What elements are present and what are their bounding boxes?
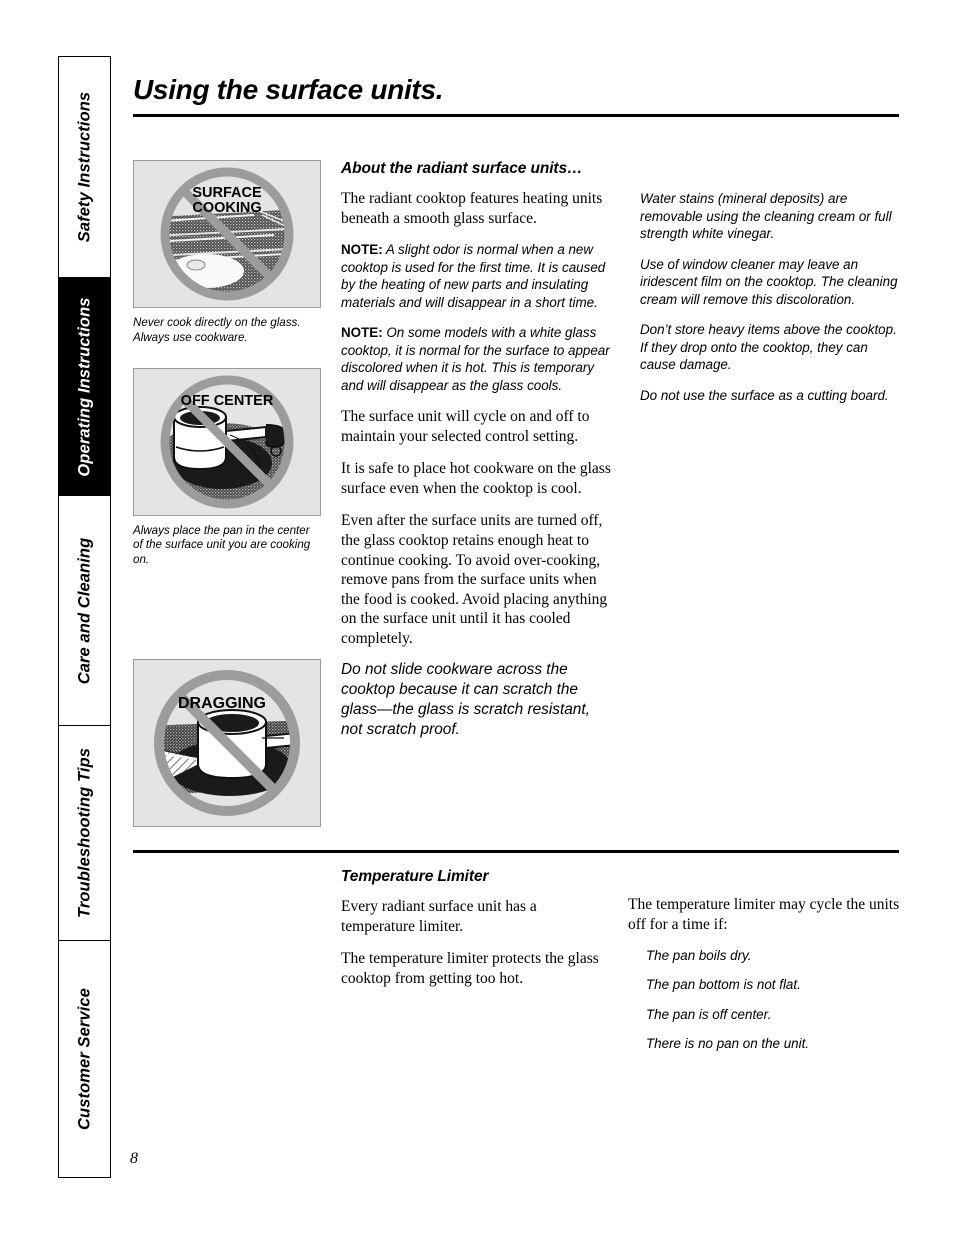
page-title: Using the surface units. bbox=[133, 74, 444, 105]
note-label: NOTE: bbox=[341, 325, 383, 341]
svg-text:SURFACE: SURFACE bbox=[192, 185, 262, 201]
paragraph: Don’t store heavy items above the cookto… bbox=[640, 322, 897, 373]
sidebar-item-troubleshooting-tips[interactable]: Troubleshooting Tips bbox=[58, 726, 111, 941]
svg-text:OFF CENTER: OFF CENTER bbox=[181, 393, 274, 409]
sidebar-item-label: Operating Instructions bbox=[75, 296, 93, 477]
list-item: There is no pan on the unit. bbox=[646, 1036, 810, 1052]
note-paragraph-2: NOTE: On some models with a white glass … bbox=[341, 324, 613, 394]
title-divider bbox=[133, 114, 899, 117]
section-divider bbox=[133, 850, 899, 853]
page-number: 8 bbox=[130, 1150, 138, 1167]
svg-text:COOKING: COOKING bbox=[192, 200, 261, 216]
note-label: NOTE: bbox=[341, 242, 383, 258]
sidebar-item-label: Care and Cleaning bbox=[75, 537, 93, 684]
paragraph: Do not use the surface as a cutting boar… bbox=[640, 387, 889, 403]
paragraph: Even after the surface units are turned … bbox=[341, 512, 608, 647]
paragraph: The temperature limiter protects the gla… bbox=[341, 950, 599, 987]
cooktop-care-notes-column: Water stains (mineral deposits) are remo… bbox=[640, 190, 900, 417]
section-heading: Temperature Limiter bbox=[341, 868, 489, 885]
figure-caption: Never cook directly on the glass. Always… bbox=[133, 316, 301, 344]
figure-caption: Always place the pan in the center of th… bbox=[133, 523, 311, 567]
section-heading: About the radiant surface units… bbox=[341, 160, 583, 177]
sidebar-tab-rail: Safety Instructions Operating Instructio… bbox=[58, 56, 111, 1178]
svg-text:DRAGGING: DRAGGING bbox=[178, 695, 266, 712]
temperature-limiter-section: Temperature Limiter Every radiant surfac… bbox=[341, 868, 603, 1001]
no-surface-cooking-icon: SURFACE COOKING bbox=[160, 167, 294, 301]
paragraph: Every radiant surface unit has a tempera… bbox=[341, 898, 537, 935]
figure-image-off-center: OFF CENTER bbox=[133, 367, 321, 516]
paragraph: It is safe to place hot cookware on the … bbox=[341, 460, 611, 497]
temperature-limiter-conditions: The temperature limiter may cycle the un… bbox=[628, 895, 900, 1065]
paragraph: The radiant cooktop features heating uni… bbox=[341, 190, 603, 227]
sidebar-item-label: Troubleshooting Tips bbox=[75, 747, 93, 919]
figure-surface-cooking: SURFACE COOKING Never cook directly on t… bbox=[133, 160, 321, 346]
sidebar-item-safety-instructions[interactable]: Safety Instructions bbox=[58, 56, 111, 278]
dragging-warning-block: Do not slide cookware across the cooktop… bbox=[341, 660, 613, 753]
list-item: The pan boils dry. bbox=[646, 948, 752, 964]
no-dragging-pan-icon: DRAGGING bbox=[154, 670, 300, 816]
sidebar-item-customer-service[interactable]: Customer Service bbox=[58, 941, 111, 1178]
sidebar-item-operating-instructions[interactable]: Operating Instructions bbox=[58, 278, 111, 496]
list-item: The pan bottom is not flat. bbox=[646, 977, 801, 993]
list-item: The pan is off center. bbox=[646, 1006, 772, 1022]
figure-column: SURFACE COOKING Never cook directly on t… bbox=[133, 160, 321, 582]
no-off-center-pan-icon: OFF CENTER bbox=[160, 375, 294, 509]
note-paragraph-1: NOTE: A slight odor is normal when a new… bbox=[341, 241, 613, 311]
paragraph: Water stains (mineral deposits) are remo… bbox=[640, 191, 892, 242]
figure-dragging: DRAGGING bbox=[133, 659, 321, 827]
figure-off-center: OFF CENTER Always place the pan in the c… bbox=[133, 367, 321, 568]
paragraph: The surface unit will cycle on and off t… bbox=[341, 408, 590, 445]
sidebar-item-label: Customer Service bbox=[75, 988, 93, 1130]
figure-image-dragging: DRAGGING bbox=[133, 659, 321, 827]
figure-image-surface-cooking: SURFACE COOKING bbox=[133, 160, 321, 308]
about-radiant-surface-units-section: About the radiant surface units… The rad… bbox=[341, 160, 613, 661]
sidebar-item-care-and-cleaning[interactable]: Care and Cleaning bbox=[58, 496, 111, 726]
paragraph: Use of window cleaner may leave an iride… bbox=[640, 256, 898, 307]
conditions-intro: The temperature limiter may cycle the un… bbox=[628, 896, 900, 933]
dragging-warning-text: Do not slide cookware across the cooktop… bbox=[341, 661, 590, 739]
sidebar-item-label: Safety Instructions bbox=[75, 91, 93, 243]
